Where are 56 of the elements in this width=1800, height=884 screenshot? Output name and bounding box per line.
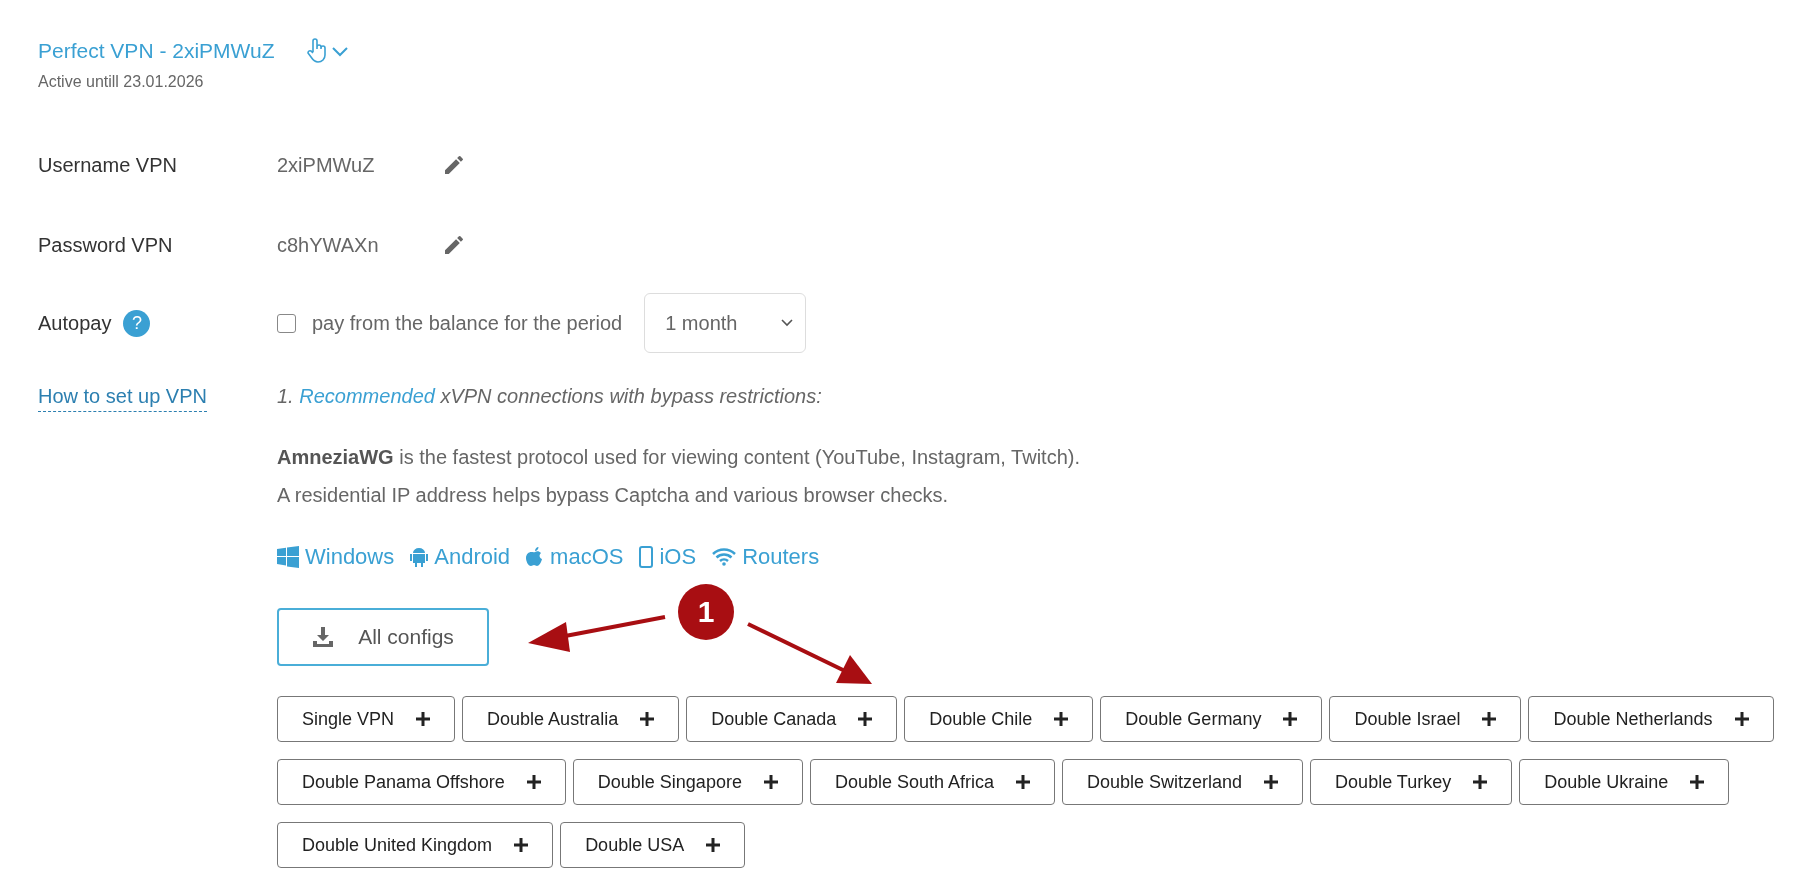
plus-icon [1016, 775, 1030, 789]
config-button[interactable]: Double Switzerland [1062, 759, 1304, 805]
pencil-icon[interactable] [442, 233, 466, 257]
config-button[interactable]: Double Turkey [1310, 759, 1513, 805]
service-title: Perfect VPN - 2xiPMWuZ [38, 39, 275, 63]
plus-icon [640, 712, 655, 726]
plus-icon [1690, 775, 1705, 789]
config-button[interactable]: Double Netherlands [1528, 696, 1774, 742]
plus-icon [706, 838, 721, 852]
autopay-label: Autopay [38, 311, 112, 335]
config-button[interactable]: Double Ukraine [1519, 759, 1730, 805]
period-select[interactable]: 1 month [644, 293, 807, 353]
field-value: 2xiPMWuZ [277, 153, 376, 177]
config-button[interactable]: Double Israel [1329, 696, 1522, 742]
plus-icon [1054, 712, 1069, 726]
windows-icon [277, 546, 299, 568]
hand-dropdown-icon[interactable] [304, 38, 349, 64]
config-button[interactable]: Double Germany [1100, 696, 1323, 742]
chevron-down-icon [781, 319, 794, 327]
plus-icon [763, 775, 778, 789]
config-button[interactable]: Double Singapore [572, 759, 803, 805]
setup-link[interactable]: How to set up VPN [38, 385, 207, 412]
field-label: Password VPN [38, 233, 174, 257]
apple-icon [526, 546, 545, 568]
config-button[interactable]: Double Canada [686, 696, 898, 742]
step-marker: 1 [678, 584, 734, 640]
intro-text: 1. Recommended xVPN connections with bypass restrictions: [277, 385, 823, 408]
plus-icon [526, 775, 541, 789]
plus-icon [1473, 775, 1488, 789]
config-button[interactable]: Double Chile [904, 696, 1094, 742]
plus-icon [1734, 712, 1749, 726]
description-text: AmneziaWG is the fastest protocol used for viewing content (YouTube, Instagram, Twitch). [277, 446, 1080, 468]
config-button[interactable]: Double United Kingdom [277, 822, 554, 868]
wifi-icon [712, 548, 737, 566]
checkbox-label: pay from the balance for the period [312, 311, 623, 335]
all-configs-button[interactable]: All configs [277, 608, 489, 666]
plus-icon [1482, 712, 1497, 726]
android-icon [410, 546, 429, 568]
config-button[interactable]: Double South Africa [809, 759, 1055, 805]
pencil-icon[interactable] [442, 153, 466, 177]
active-until-text: Active untill 23.01.2026 [38, 73, 205, 91]
config-button[interactable]: Double USA [560, 822, 746, 868]
plus-icon [1264, 775, 1279, 789]
config-button[interactable]: Single VPN [277, 696, 456, 742]
phone-icon [639, 546, 654, 568]
plus-icon [514, 838, 529, 852]
download-icon [312, 627, 335, 647]
config-button[interactable]: Double Panama Offshore [277, 759, 566, 805]
plus-icon [1283, 712, 1298, 726]
field-value: c8hYWAXn [277, 233, 380, 257]
autopay-checkbox[interactable] [277, 313, 296, 333]
plus-icon [416, 712, 431, 726]
plus-icon [858, 712, 873, 726]
description-text: A residential IP address helps bypass Captcha and various browser checks. [277, 484, 949, 506]
field-label: Username VPN [38, 153, 178, 177]
config-button[interactable]: Double Australia [462, 696, 680, 742]
